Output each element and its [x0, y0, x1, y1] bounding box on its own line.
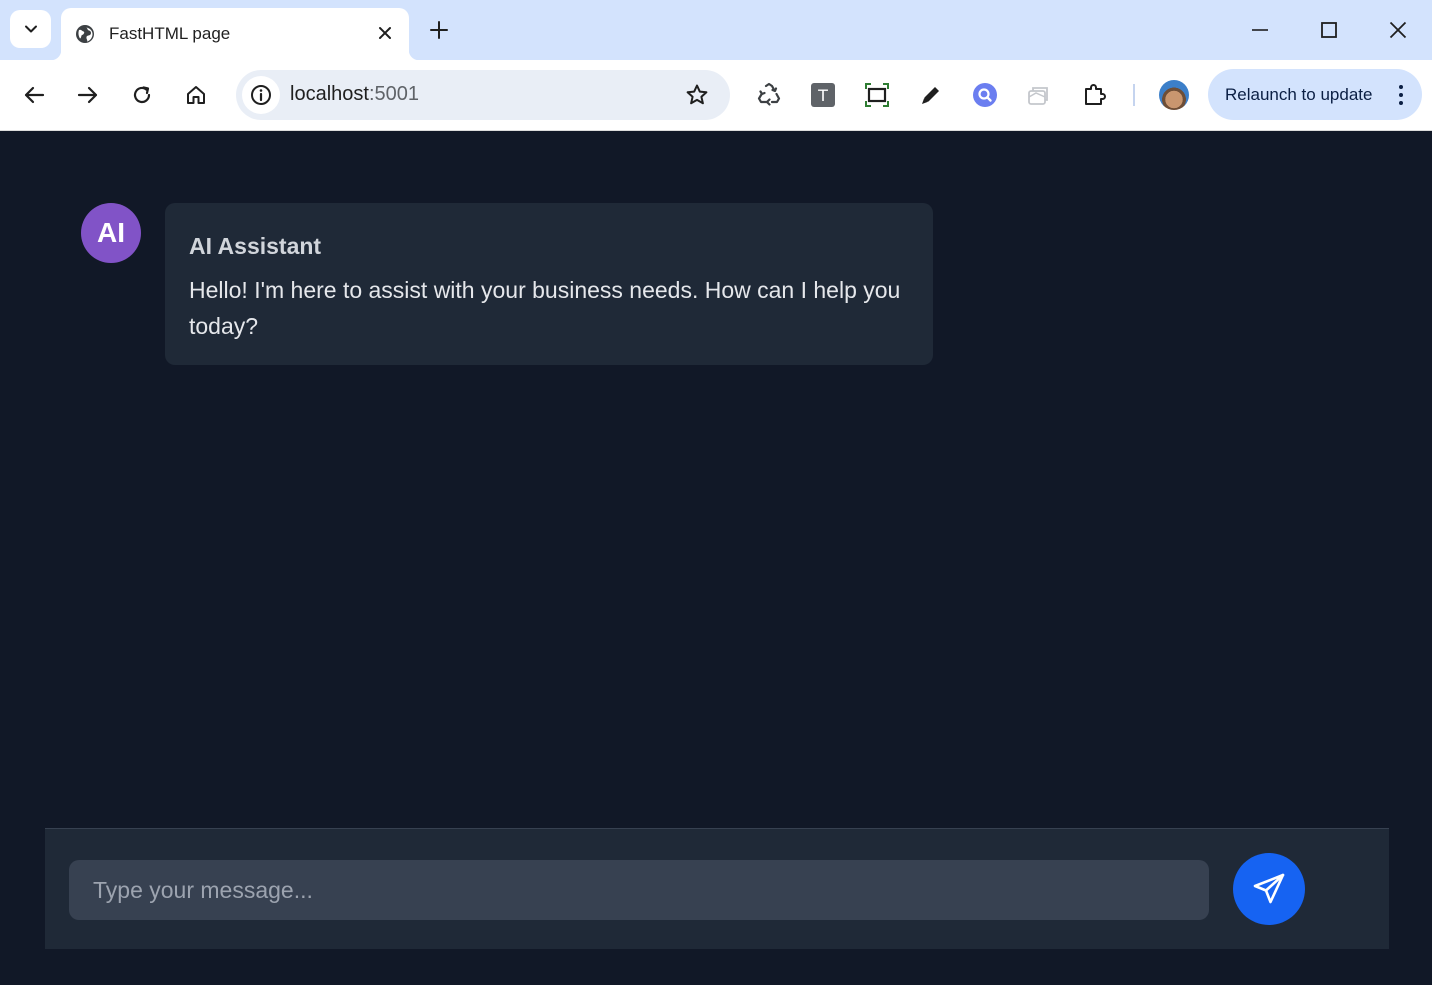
- maximize-icon: [1321, 22, 1337, 38]
- message-input-bar: [45, 828, 1389, 949]
- close-window-button[interactable]: [1380, 12, 1416, 48]
- bookmark-star-button[interactable]: [684, 82, 710, 108]
- back-button[interactable]: [16, 77, 52, 113]
- reload-button[interactable]: [124, 77, 160, 113]
- puzzle-icon: [1085, 84, 1106, 105]
- browser-tab-active[interactable]: FastHTML page: [51, 8, 419, 60]
- message-bubble: AI Assistant Hello! I'm here to assist w…: [165, 203, 933, 365]
- home-icon: [187, 86, 205, 104]
- browser-toolbar: localhost:5001 T Relaunch to update: [0, 60, 1432, 131]
- toolbar-separator: [1133, 84, 1135, 106]
- search-icon: [973, 83, 997, 107]
- send-button[interactable]: [1233, 853, 1305, 925]
- relaunch-to-update-button[interactable]: Relaunch to update: [1208, 69, 1422, 120]
- relaunch-label: Relaunch to update: [1225, 84, 1373, 104]
- minimize-button[interactable]: [1242, 12, 1278, 48]
- chat-page: AI AI Assistant Hello! I'm here to assis…: [0, 131, 1432, 985]
- browser-titlebar: FastHTML page: [0, 0, 1432, 60]
- forward-button[interactable]: [70, 77, 106, 113]
- extension-screenshot-button[interactable]: [862, 80, 892, 110]
- tab-search-button[interactable]: [10, 10, 51, 48]
- arrow-left-icon: [24, 86, 45, 104]
- info-icon: [251, 85, 271, 105]
- reload-icon: [133, 86, 151, 104]
- kebab-menu-icon[interactable]: [1394, 83, 1408, 107]
- url-host: localhost: [290, 83, 369, 105]
- pen-icon: [922, 87, 939, 104]
- star-icon: [686, 84, 708, 105]
- message-input[interactable]: [69, 860, 1209, 920]
- extension-recycle-button[interactable]: [754, 80, 784, 110]
- minimize-icon: [1252, 29, 1268, 31]
- address-url[interactable]: localhost:5001: [290, 83, 419, 106]
- message-sender: AI Assistant: [189, 233, 322, 259]
- address-bar[interactable]: localhost:5001: [236, 70, 730, 120]
- extension-search-button[interactable]: [970, 80, 1000, 110]
- new-tab-button[interactable]: [424, 14, 454, 46]
- tab-close-icon[interactable]: [373, 21, 397, 45]
- arrow-right-icon: [77, 86, 98, 104]
- cards-icon: [1028, 87, 1048, 105]
- send-icon: [1253, 873, 1285, 904]
- globe-icon: [75, 24, 95, 44]
- chevron-down-icon: [24, 25, 37, 33]
- screenshot-icon: [865, 83, 889, 107]
- close-icon: [1389, 21, 1407, 39]
- letter-t-icon: T: [811, 83, 835, 107]
- home-button[interactable]: [178, 77, 214, 113]
- maximize-button[interactable]: [1311, 12, 1347, 48]
- url-port: :5001: [368, 83, 419, 105]
- extension-t-button[interactable]: T: [808, 80, 838, 110]
- message-text: Hello! I'm here to assist with your busi…: [189, 277, 901, 339]
- extension-pen-button[interactable]: [916, 80, 946, 110]
- tab-title: FastHTML page: [109, 24, 231, 43]
- extensions-button[interactable]: [1080, 80, 1110, 110]
- site-info-button[interactable]: [242, 76, 280, 114]
- assistant-avatar: AI: [81, 203, 141, 263]
- plus-icon: [430, 21, 448, 39]
- extension-cards-button[interactable]: [1024, 80, 1054, 110]
- recycle-icon: [757, 82, 781, 106]
- profile-avatar[interactable]: [1159, 80, 1189, 110]
